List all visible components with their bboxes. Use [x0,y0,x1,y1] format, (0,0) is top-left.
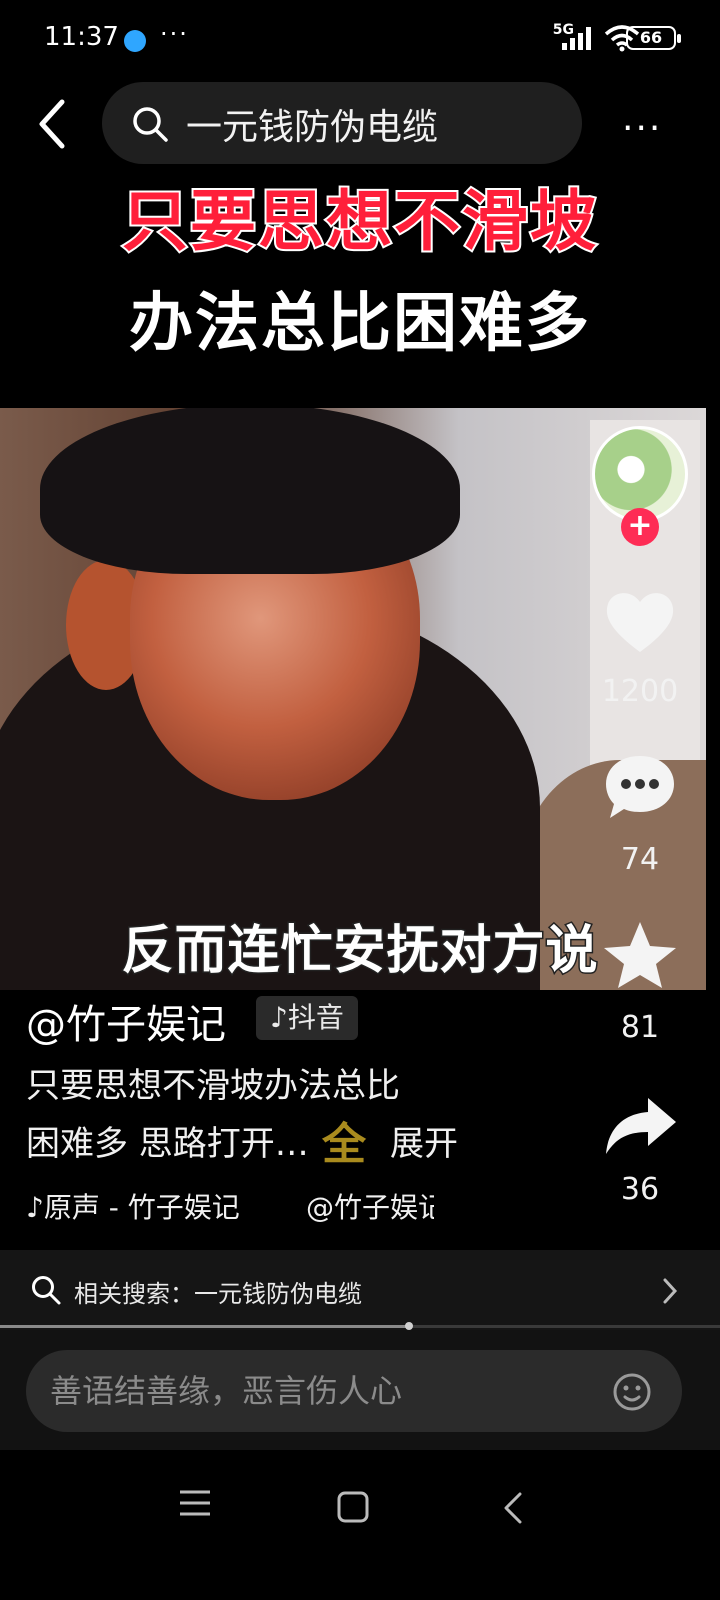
share-count: 36 [620,1172,660,1207]
comment-input[interactable] [26,1350,682,1432]
search-icon [133,107,168,142]
follow-plus-button[interactable]: + [621,508,659,546]
tiktok-note-icon: ♪ [270,1001,288,1034]
banner-headline-2: 办法总比困难多 [129,287,591,361]
emoji-icon[interactable] [612,1372,652,1412]
music-info[interactable]: ♪原声 - 竹子娱记 [26,1186,240,1226]
platform-tag-label: 抖音 [287,1001,344,1034]
more-options-button[interactable]: ··· [622,108,662,149]
author-name[interactable]: @竹子娱记 [26,992,226,1050]
home-icon[interactable] [336,1490,370,1524]
status-more-indicator: ··· [160,20,189,48]
back-arrow-icon[interactable] [34,96,74,152]
notification-dot-icon [124,30,146,52]
favorite-count: 81 [620,1010,660,1045]
expand-button[interactable]: 展开 [390,1116,458,1165]
share-arrow-icon[interactable] [600,1092,680,1162]
signal-icon [562,27,591,50]
favorite-star-icon[interactable] [600,920,680,990]
description-line-1[interactable]: 只要思想不滑坡办法总比 [26,1058,400,1107]
music-mention[interactable]: @竹子娱记 [306,1186,434,1226]
comment-bubble-icon[interactable] [600,752,680,822]
comment-count: 74 [620,842,660,877]
platform-tag: ♪抖音 [256,996,358,1040]
recent-apps-icon[interactable] [178,1488,212,1518]
chevron-right-icon[interactable] [660,1276,680,1306]
playback-progress-fill [0,1325,410,1328]
related-search-text[interactable]: 相关搜索：一元钱防伪电缆 [74,1274,362,1309]
like-heart-icon[interactable] [600,586,680,656]
like-count: 1200 [601,674,679,709]
related-search-icon [32,1276,61,1305]
banner-headline-1: 只要思想不滑坡 [120,181,598,262]
search-query[interactable]: 一元钱防伪电缆 [186,98,438,150]
status-time: 11:37 [44,22,119,52]
unfold-overlay-text: 全 [322,1119,366,1170]
battery-indicator: 66 [626,26,681,50]
system-back-icon[interactable] [500,1490,526,1526]
video-person-hat [40,408,460,574]
description-line-2[interactable]: 困难多 思路打开… [26,1116,309,1165]
